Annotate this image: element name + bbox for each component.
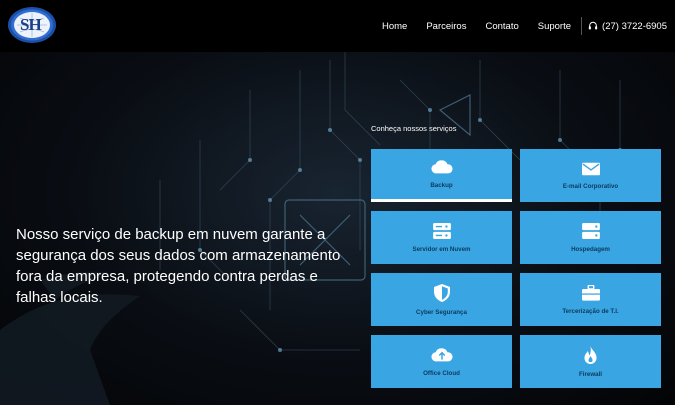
service-label: Servidor em Nuvem xyxy=(412,245,471,253)
service-card-terceirizacao[interactable]: Tercerização de T.I. xyxy=(520,273,661,326)
briefcase-icon xyxy=(581,284,600,301)
service-label: E-mail Corporativo xyxy=(562,182,619,190)
service-card-cyber[interactable]: Cyber Segurança xyxy=(371,273,512,326)
logo[interactable]: SH xyxy=(7,6,57,49)
service-card-office-cloud[interactable]: Office Cloud xyxy=(371,335,512,388)
service-label: Firewall xyxy=(578,370,603,378)
nav-parceiros[interactable]: Parceiros xyxy=(426,21,466,32)
service-label: Cyber Segurança xyxy=(416,308,467,316)
cloud-upload-icon xyxy=(430,347,453,361)
service-label: Hospedagem xyxy=(571,245,610,253)
cloud-icon xyxy=(430,160,453,174)
nav-menu: Home Parceiros Contato Suporte (27) 3722… xyxy=(363,0,675,52)
nav-divider xyxy=(581,17,583,35)
services-grid: Backup E-mail Corporativo Servidor em Nu… xyxy=(371,149,661,388)
service-card-hospedagem[interactable]: Hospedagem xyxy=(520,211,661,264)
service-label: Backup xyxy=(430,182,453,189)
services-title: Conheça nossos serviços xyxy=(371,124,457,133)
nav-suporte[interactable]: Suporte xyxy=(538,21,571,32)
service-card-servidor[interactable]: Servidor em Nuvem xyxy=(371,211,512,264)
nav-home[interactable]: Home xyxy=(382,21,407,32)
service-card-firewall[interactable]: Firewall xyxy=(520,335,661,388)
service-label: Office Cloud xyxy=(423,369,460,377)
phone-link[interactable]: (27) 3722-6905 xyxy=(588,21,667,32)
service-card-backup[interactable]: Backup xyxy=(371,149,512,202)
envelope-icon xyxy=(581,162,600,175)
fire-icon xyxy=(584,345,597,364)
nav-contato[interactable]: Contato xyxy=(485,21,518,32)
server-icon xyxy=(432,222,451,239)
logo-text: SH xyxy=(20,15,42,34)
navbar: SH Home Parceiros Contato Suporte (27) 3… xyxy=(0,0,675,52)
headset-icon xyxy=(588,21,598,30)
service-card-email[interactable]: E-mail Corporativo xyxy=(520,149,661,202)
hosting-icon xyxy=(581,222,600,239)
phone-number: (27) 3722-6905 xyxy=(602,20,667,32)
service-label: Tercerização de T.I. xyxy=(562,307,619,315)
shield-icon xyxy=(433,283,450,302)
hero-description: Nosso serviço de backup em nuvem garante… xyxy=(16,226,341,306)
